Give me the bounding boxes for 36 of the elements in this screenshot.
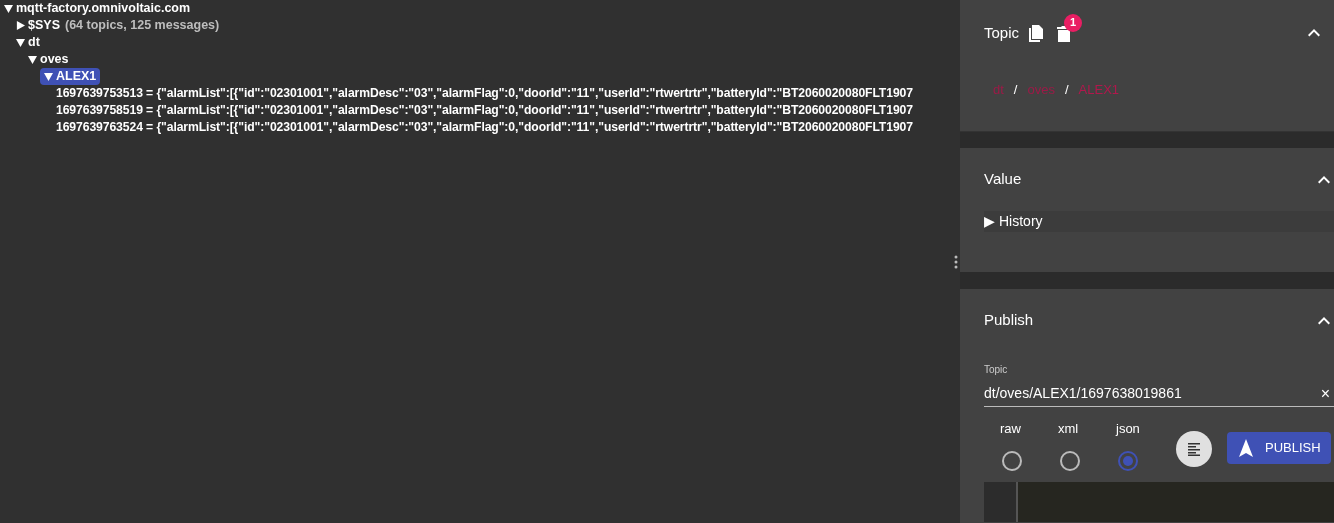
collapse-chevron-icon[interactable]: [1308, 29, 1320, 37]
panel-title: Topic: [984, 22, 1020, 43]
breadcrumb-separator: /: [1064, 81, 1069, 99]
collapsed-caret-icon: [16, 21, 25, 30]
collapse-chevron-icon[interactable]: [1318, 175, 1330, 184]
tree-node[interactable]: mqtt-factory.omnivoltaic.com: [4, 0, 191, 17]
breadcrumb-separator: /: [1013, 81, 1018, 99]
format-label: xml: [1057, 420, 1079, 438]
clear-button[interactable]: ×: [1320, 385, 1330, 402]
topic-field[interactable]: Topic dt/oves/ALEX1/1697638019861 ×: [984, 352, 1334, 407]
field-label: Topic: [984, 363, 1009, 377]
expanded-caret-icon: [4, 4, 13, 13]
panel-title: Publish: [984, 310, 1034, 331]
format-radio[interactable]: [1118, 450, 1138, 471]
format-label: raw: [999, 420, 1021, 438]
panel-title: Value: [984, 169, 1022, 190]
message-row[interactable]: 1697639763524 = {"alarmList":[{"id":"02301001","alarmDesc":"03","alarmFlag":0,"doorId":"11","userId":"rtwertrtr","batteryId":"BT2060020080FLT1907: [52, 119, 913, 136]
drag-handle-icon[interactable]: [954, 254, 958, 269]
tree-node[interactable]: oves: [28, 51, 69, 68]
tree-node[interactable]: dt: [16, 34, 40, 51]
format-radio[interactable]: [1060, 450, 1080, 471]
topic-value: dt/oves/ALEX1/1697638019861: [984, 384, 1182, 403]
copy-icon[interactable]: [1029, 24, 1044, 42]
publish-button[interactable]: PUBLISH: [1227, 432, 1331, 464]
collapse-chevron-icon[interactable]: [1318, 316, 1330, 325]
history-toggle[interactable]: ▶ History: [984, 211, 1334, 232]
navigation-arrow-icon: [1239, 439, 1253, 457]
align-icon: [1187, 442, 1201, 456]
message-row[interactable]: 1697639753513 = {"alarmList":[{"id":"02301001","alarmDesc":"03","alarmFlag":0,"doorId":"11","userId":"rtwertrtr","batteryId":"BT2060020080FLT1907: [52, 85, 913, 102]
tree-node[interactable]: $SYS (64 topics, 125 messages): [16, 17, 220, 34]
message-row[interactable]: 1697639758519 = {"alarmList":[{"id":"02301001","alarmDesc":"03","alarmFlag":0,"doorId":"11","userId":"rtwertrtr","batteryId":"BT2060020080FLT1907: [52, 102, 913, 119]
selected-tree-node[interactable]: ALEX1: [40, 68, 101, 85]
notification-badge: 1: [1064, 13, 1083, 32]
format-label: json: [1114, 420, 1140, 438]
format-radio[interactable]: [1002, 450, 1022, 471]
format-button[interactable]: [1176, 431, 1212, 467]
